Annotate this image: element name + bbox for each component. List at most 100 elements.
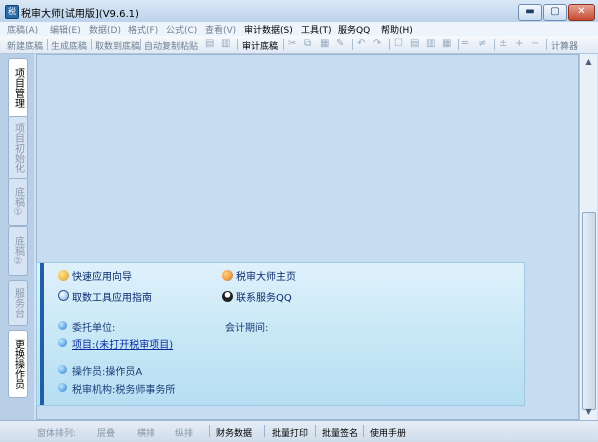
menu-tools[interactable]: 工具(T) (301, 23, 332, 36)
generate-draft-button[interactable]: 生成底稿 (51, 39, 87, 52)
vertical-scrollbar[interactable]: ▲ ▼ (579, 54, 597, 420)
auto-copy-paste-button[interactable]: 自动复制粘贴 (144, 39, 198, 52)
home-link[interactable]: 税审大师主页 (236, 268, 296, 283)
plus-minus-icon[interactable]: ± (499, 38, 507, 49)
align-left-icon[interactable]: ▤ (410, 38, 419, 49)
bullet-icon (58, 383, 67, 392)
align-right-icon[interactable]: ▦ (442, 38, 451, 49)
subtract-icon[interactable]: − (531, 38, 539, 49)
operator-line: 操作员:操作员A (72, 363, 142, 378)
toolbar-separator (458, 39, 459, 50)
menu-draft[interactable]: 底稿(A) (7, 23, 38, 36)
project-label: 项目: (72, 340, 96, 351)
status-separator (264, 425, 265, 437)
tab-project-management[interactable]: 项目管理 (8, 58, 28, 118)
toolbar-separator (140, 39, 141, 50)
period-label: 会计期间: (225, 323, 269, 334)
toolbar-separator (91, 39, 92, 50)
toolbar-separator (237, 39, 238, 50)
operator-value: 操作员A (105, 367, 143, 378)
project-link[interactable]: 项目:(未打开税审项目) (72, 336, 173, 351)
manual-button[interactable]: 使用手册 (370, 426, 406, 439)
client-label: 委托单位: (72, 323, 116, 334)
toolbar-separator (352, 39, 353, 50)
tile-horizontal-button[interactable]: 横排 (137, 426, 155, 439)
panel-accent-bar (40, 263, 44, 405)
tab-draft-2[interactable]: 底稿② (8, 226, 28, 276)
menu-bar: 底稿(A) 编辑(E) 数据(D) 格式(F) 公式(C) 查看(V) 审计数据… (0, 22, 598, 36)
batch-sign-button[interactable]: 批量签名 (322, 426, 358, 439)
tab-draft-1[interactable]: 底稿① (8, 178, 28, 226)
qq-icon (222, 291, 233, 302)
toolbar: 新建底稿 生成底稿 取数到底稿 自动复制粘贴 ▤ ▥ 审计底稿 ✂ ⧉ ▦ ✎ … (0, 36, 598, 54)
agency-value: 税务师事务所 (115, 385, 176, 396)
tab-project-init[interactable]: 项目初始化 (8, 116, 28, 180)
finance-data-button[interactable]: 财务数据 (216, 426, 252, 439)
cut-icon[interactable]: ✂ (288, 38, 296, 49)
project-value: (未打开税审项目) (95, 340, 174, 351)
toolbar-separator (546, 39, 547, 50)
bullet-icon (58, 321, 67, 330)
add-icon[interactable]: + (515, 38, 523, 49)
home-icon (222, 270, 233, 281)
menu-formula[interactable]: 公式(C) (166, 23, 197, 36)
close-button[interactable]: ✕ (568, 4, 595, 21)
sidebar: 项目管理 项目初始化 底稿① 底稿② 服务台 更换操作员 (0, 54, 34, 420)
bullet-icon (58, 365, 67, 374)
fetch-guide-link[interactable]: 取数工具应用指南 (72, 289, 152, 304)
status-separator (209, 425, 210, 437)
tab-change-operator[interactable]: 更换操作员 (8, 330, 28, 398)
arrange-label: 窗体排列: (37, 429, 77, 439)
quick-start-panel: 快速应用向导 税审大师主页 取数工具应用指南 联系服务QQ 委托单位: 会计期间… (36, 262, 525, 406)
calculator-button[interactable]: 计算器 (551, 39, 578, 52)
agency-line: 税审机构:税务师事务所 (72, 381, 175, 396)
bullet-icon (58, 338, 67, 347)
scroll-thumb[interactable] (582, 212, 596, 410)
maximize-button[interactable]: ▢ (543, 4, 567, 21)
format-painter-icon[interactable]: ✎ (336, 38, 344, 49)
minimize-button[interactable]: ▬ (518, 4, 542, 21)
status-bar: 窗体排列: 层叠 横排 纵排 财务数据 批量打印 批量签名 使用手册 (0, 420, 598, 442)
tile-vertical-button[interactable]: 纵排 (175, 426, 193, 439)
not-equal-icon[interactable]: ≠ (478, 38, 486, 49)
scroll-down-icon[interactable]: ▼ (582, 405, 595, 418)
cascade-button[interactable]: 层叠 (97, 426, 115, 439)
toolbar-separator (494, 39, 495, 50)
window-title: 税审大师[试用版](V9.6.1) (21, 9, 139, 20)
fetch-to-draft-button[interactable]: 取数到底稿 (95, 39, 140, 52)
preview-icon[interactable]: ▥ (221, 38, 230, 49)
menu-audit-data[interactable]: 审计数据(S) (244, 23, 293, 36)
menu-help[interactable]: 帮助(H) (381, 23, 413, 36)
quick-guide-link[interactable]: 快速应用向导 (72, 268, 132, 283)
copy-icon[interactable]: ⧉ (304, 38, 311, 49)
menu-data[interactable]: 数据(D) (89, 23, 121, 36)
toolbar-separator (283, 39, 284, 50)
batch-print-button[interactable]: 批量打印 (272, 426, 308, 439)
status-separator (315, 425, 316, 437)
audit-draft-button[interactable]: 审计底稿 (242, 39, 278, 52)
scroll-up-icon[interactable]: ▲ (582, 55, 595, 68)
operator-label: 操作员: (72, 367, 106, 378)
new-draft-button[interactable]: 新建底稿 (7, 39, 43, 52)
menu-edit[interactable]: 编辑(E) (50, 23, 81, 36)
align-center-icon[interactable]: ▥ (426, 38, 435, 49)
app-icon: 税 (5, 5, 19, 19)
menu-view[interactable]: 查看(V) (205, 23, 236, 36)
status-separator (363, 425, 364, 437)
redo-icon[interactable]: ↷ (373, 38, 381, 49)
title-bar: 税 税审大师[试用版](V9.6.1) ▬ ▢ ✕ (0, 0, 598, 23)
print-icon[interactable]: ▤ (205, 38, 214, 49)
search-icon (58, 290, 69, 301)
toolbar-separator (389, 39, 390, 50)
wand-icon (58, 270, 69, 281)
menu-format[interactable]: 格式(F) (128, 23, 158, 36)
contact-qq-link[interactable]: 联系服务QQ (236, 289, 292, 304)
agency-label: 税审机构: (72, 385, 116, 396)
border-icon[interactable]: ☐ (394, 38, 403, 49)
paste-icon[interactable]: ▦ (320, 38, 329, 49)
equal-icon[interactable]: ═ (462, 38, 468, 49)
tab-service-desk[interactable]: 服务台 (8, 280, 28, 326)
toolbar-separator (47, 39, 48, 50)
menu-service-qq[interactable]: 服务QQ (338, 23, 370, 36)
undo-icon[interactable]: ↶ (357, 38, 365, 49)
